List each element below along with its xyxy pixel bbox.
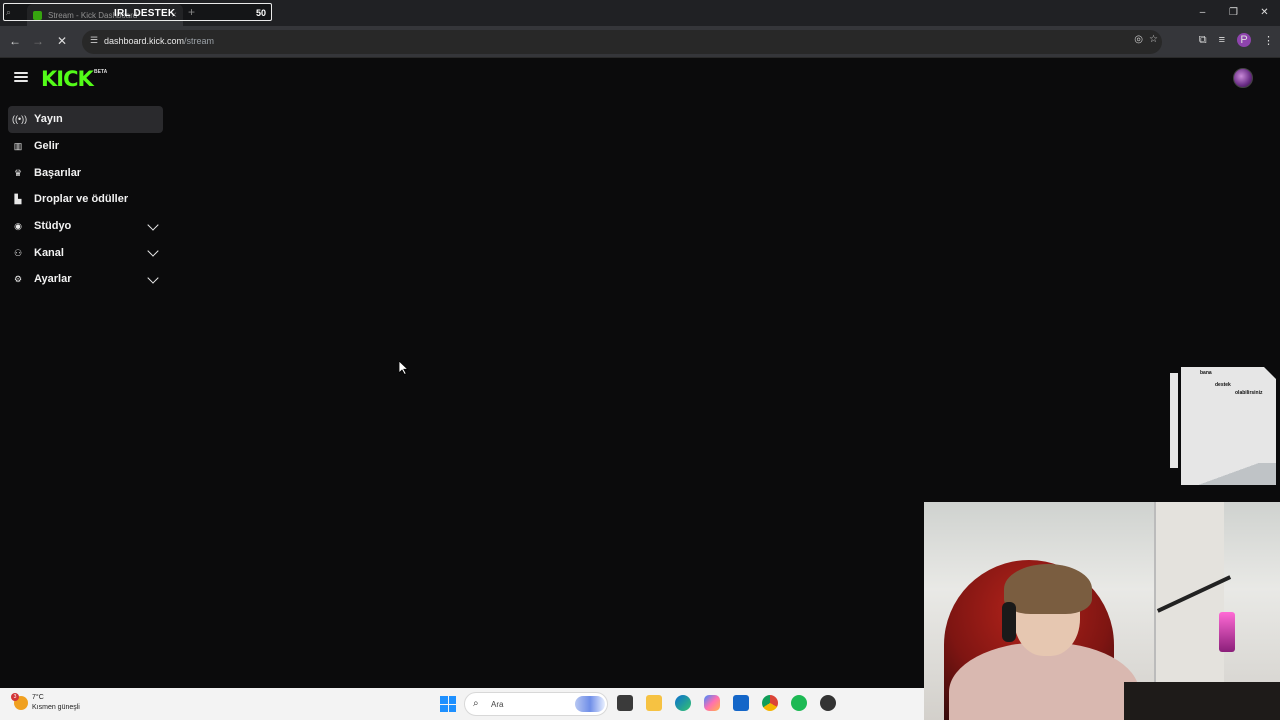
copilot-icon[interactable] xyxy=(704,695,720,711)
task-view-icon[interactable] xyxy=(617,695,633,711)
sidebar-item-gelir[interactable]: ▥ Gelir xyxy=(8,133,163,160)
drops-icon: ▙ xyxy=(14,194,22,205)
weather-temperature: 7°C xyxy=(32,694,44,701)
studio-icon: ◉ xyxy=(14,221,22,232)
sidebar-item-studyo[interactable]: ◉ Stüdyo xyxy=(8,213,163,240)
stream-overlay-box: IRL DESTEK 50 xyxy=(3,3,272,21)
browser-toolbar: ← → ✕ ☰ dashboard.kick.com/stream ◎ ☆ ⧉ … xyxy=(0,26,1280,58)
sidebar-item-yayin[interactable]: ((•)) Yayın xyxy=(8,106,163,133)
sidebar-item-droplar[interactable]: ▙ Droplar ve ödüller xyxy=(8,186,163,213)
card-bottom-shape xyxy=(1181,463,1276,485)
url-text[interactable]: dashboard.kick.com/stream xyxy=(104,36,214,46)
settings-icon: ⚙ xyxy=(13,274,23,285)
webcam-hair xyxy=(1004,564,1092,614)
sidebar-item-kanal[interactable]: ⚇ Kanal xyxy=(8,239,163,266)
vertical-text-strip xyxy=(1170,373,1178,468)
support-overlay-card: bana destek olabilirsiniz xyxy=(1181,367,1276,485)
sidebar-item-label: Ayarlar xyxy=(34,273,72,286)
webcam-headset xyxy=(1002,602,1016,642)
forward-arrow-icon[interactable]: → xyxy=(30,34,46,48)
toolbar-right-actions: ⧉ ≡ P ⋮ xyxy=(1199,33,1274,47)
close-window-icon[interactable]: ✕ xyxy=(1249,0,1280,26)
card-corner xyxy=(1264,367,1276,379)
taskbar-search[interactable]: ⌕ Ara xyxy=(464,692,608,716)
search-highlight-icon xyxy=(575,696,605,712)
windows-taskbar: 3 7°C Kısmen güneşli ⌕ Ara xyxy=(0,688,924,720)
kick-logo[interactable]: KICK xyxy=(41,67,94,91)
support-line-2: destek xyxy=(1215,382,1231,388)
spotify-icon[interactable] xyxy=(791,695,807,711)
support-line-1: bana xyxy=(1200,370,1212,376)
file-explorer-icon[interactable] xyxy=(646,695,662,711)
broadcast-icon: ((•)) xyxy=(12,114,28,125)
chevron-down-icon[interactable] xyxy=(147,245,159,258)
weather-widget[interactable]: 3 7°C Kısmen güneşli xyxy=(11,693,80,713)
webcam-door xyxy=(1154,502,1224,682)
user-avatar[interactable] xyxy=(1233,68,1253,88)
omnibox-actions: ◎ ☆ xyxy=(1134,34,1158,45)
revenue-icon: ▥ xyxy=(13,141,23,152)
minimize-icon[interactable]: – xyxy=(1187,0,1218,26)
sidebar-item-basarilar[interactable]: ♛ Başarılar xyxy=(8,159,163,186)
webcam-lamp xyxy=(1219,612,1235,652)
reading-list-icon[interactable]: ≡ xyxy=(1219,34,1225,46)
chevron-down-icon[interactable] xyxy=(147,219,159,231)
search-icon: ⌕ xyxy=(473,698,479,709)
url-path: /stream xyxy=(184,36,215,46)
eye-off-icon[interactable]: ◎ xyxy=(1134,34,1143,45)
hamburger-menu-icon[interactable] xyxy=(14,72,28,82)
webcam-desk xyxy=(1124,682,1280,720)
beta-badge: BETA xyxy=(94,69,108,75)
overlay-title: IRL DESTEK xyxy=(114,8,176,19)
edge-icon[interactable] xyxy=(675,695,691,711)
sidebar-item-ayarlar[interactable]: ⚙ Ayarlar xyxy=(8,266,163,293)
window-controls: – ❐ ✕ xyxy=(1187,0,1280,26)
mouse-cursor-icon xyxy=(399,361,409,375)
address-bar[interactable]: ☰ dashboard.kick.com/stream ◎ ☆ xyxy=(82,30,1162,54)
webcam-feed xyxy=(924,502,1280,720)
store-icon[interactable] xyxy=(733,695,749,711)
browser-menu-icon[interactable]: ⋮ xyxy=(1263,34,1274,47)
chevron-down-icon[interactable] xyxy=(147,272,159,284)
sidebar-item-label: Stüdyo xyxy=(34,220,72,233)
taskbar-search-placeholder: Ara xyxy=(491,700,504,709)
weather-description: Kısmen güneşli xyxy=(32,704,80,711)
maximize-icon[interactable]: ❐ xyxy=(1218,0,1249,26)
sidebar-item-label: Kanal xyxy=(34,246,64,259)
overlay-count: 50 xyxy=(255,8,266,18)
chrome-icon[interactable] xyxy=(762,695,778,711)
site-info-icon[interactable]: ☰ xyxy=(88,35,100,47)
sidebar-item-label: Yayın xyxy=(34,113,63,126)
screen: ⌕ Stream - Kick Dashboard × + – ❐ ✕ IRL … xyxy=(0,0,1280,720)
weather-text: 7°C Kısmen güneşli xyxy=(32,693,80,713)
sidebar-item-label: Başarılar xyxy=(34,166,82,179)
back-arrow-icon[interactable]: ← xyxy=(7,34,23,48)
app-icon[interactable] xyxy=(820,695,836,711)
profile-avatar-icon[interactable]: P xyxy=(1237,33,1251,47)
sidebar-item-label: Droplar ve ödüller xyxy=(34,193,129,206)
extensions-icon[interactable]: ⧉ xyxy=(1199,34,1207,47)
stop-loading-icon[interactable]: ✕ xyxy=(54,34,70,48)
channel-icon: ⚇ xyxy=(13,247,23,258)
url-host: dashboard.kick.com xyxy=(104,36,185,46)
support-line-3: olabilirsiniz xyxy=(1235,390,1263,396)
weather-badge: 3 xyxy=(11,693,19,701)
start-button-icon[interactable] xyxy=(440,696,456,712)
weather-sun-icon: 3 xyxy=(11,693,28,710)
taskbar-apps xyxy=(617,695,836,711)
bookmark-star-icon[interactable]: ☆ xyxy=(1149,34,1158,45)
trophy-icon: ♛ xyxy=(13,167,23,178)
dashboard-sidebar: ((•)) Yayın ▥ Gelir ♛ Başarılar ▙ Dropla… xyxy=(8,106,163,293)
sidebar-item-label: Gelir xyxy=(34,140,60,153)
